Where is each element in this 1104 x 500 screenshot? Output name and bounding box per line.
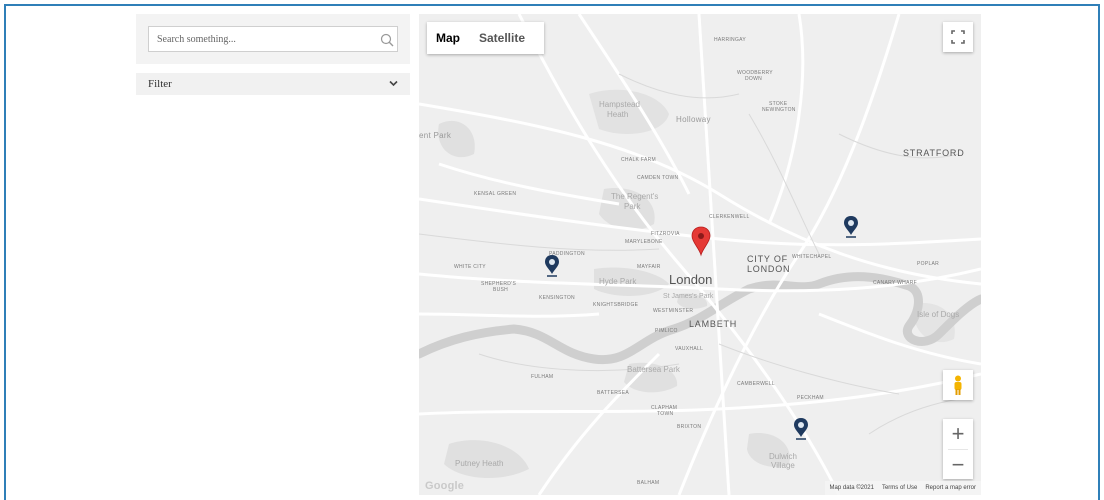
- google-logo: Google: [425, 480, 465, 492]
- pegman-icon: [954, 375, 962, 395]
- label-balham: BALHAM: [637, 480, 659, 486]
- label-holloway: Holloway: [676, 115, 711, 124]
- label-kensal-green: KENSAL GREEN: [474, 191, 516, 197]
- label-clerkenwell: CLERKENWELL: [709, 214, 750, 220]
- map-view[interactable]: HARRINGAY WOODBERRY DOWN STOKE NEWINGTON…: [419, 14, 981, 495]
- label-regents-park-2: Park: [624, 202, 641, 211]
- map-marker-icon[interactable]: [691, 226, 711, 257]
- fullscreen-icon: [951, 30, 965, 44]
- label-lambeth: LAMBETH: [689, 319, 737, 329]
- label-city-of-london: CITY OF: [747, 254, 788, 264]
- label-shepherds-bush-2: BUSH: [493, 287, 508, 293]
- map-type-satellite-button[interactable]: Satellite: [469, 22, 534, 54]
- label-harringay: HARRINGAY: [714, 37, 746, 43]
- label-mayfair: MAYFAIR: [637, 264, 661, 270]
- label-woodberry-2: DOWN: [745, 76, 762, 82]
- label-marylebone: MARYLEBONE: [625, 239, 663, 245]
- label-stoke-2: NEWINGTON: [762, 107, 796, 113]
- label-canary-wharf: CANARY WHARF: [873, 280, 917, 286]
- label-vauxhall: VAUXHALL: [675, 346, 703, 352]
- label-dulwich-2: Village: [771, 461, 795, 470]
- label-brent-park: ent Park: [419, 131, 452, 140]
- label-westminster: WESTMINSTER: [653, 308, 693, 314]
- label-hyde-park: Hyde Park: [599, 277, 637, 286]
- terms-link[interactable]: Terms of Use: [882, 481, 917, 495]
- zoom-control: + −: [943, 419, 973, 479]
- label-hampstead-2: Heath: [607, 110, 628, 119]
- label-stratford: STRATFORD: [903, 148, 965, 158]
- label-st-james: St James's Park: [663, 293, 714, 300]
- label-clapham-2: TOWN: [657, 411, 673, 417]
- label-white-city: WHITE CITY: [454, 264, 486, 270]
- label-hampstead: Hampstead: [599, 100, 640, 109]
- zoom-out-icon[interactable]: −: [943, 450, 973, 480]
- map-footer: Map data ©2021 Terms of Use Report a map…: [824, 481, 981, 495]
- label-regents-park: The Regent's: [611, 192, 658, 201]
- label-fulham: FULHAM: [531, 374, 553, 380]
- label-battersea: BATTERSEA: [597, 390, 629, 396]
- street-view-button[interactable]: [943, 370, 973, 400]
- map-canvas: HARRINGAY WOODBERRY DOWN STOKE NEWINGTON…: [419, 14, 981, 495]
- label-putney-heath: Putney Heath: [455, 459, 503, 468]
- search-panel: [136, 14, 410, 64]
- label-brixton: BRIXTON: [677, 424, 701, 430]
- filter-dropdown[interactable]: Filter: [136, 73, 410, 95]
- map-type-control: Map Satellite: [427, 22, 544, 54]
- map-type-map-button[interactable]: Map: [427, 22, 469, 54]
- fullscreen-button[interactable]: [943, 22, 973, 52]
- label-chalk-farm: CHALK FARM: [621, 157, 656, 163]
- label-poplar: POPLAR: [917, 261, 939, 267]
- label-fitzrovia: FITZROVIA: [651, 231, 680, 237]
- report-error-link[interactable]: Report a map error: [925, 481, 976, 495]
- location-pin-icon[interactable]: [545, 255, 559, 277]
- label-peckham: PECKHAM: [797, 395, 824, 401]
- label-knightsbridge: KNIGHTSBRIDGE: [593, 302, 639, 308]
- label-camden-town: CAMDEN TOWN: [637, 175, 679, 181]
- label-whitechapel: WHITECHAPEL: [792, 254, 831, 260]
- label-london: London: [669, 272, 712, 287]
- map-data-attribution: Map data ©2021: [829, 485, 874, 491]
- label-city-of-london-2: LONDON: [747, 264, 790, 274]
- label-camberwell: CAMBERWELL: [737, 381, 775, 387]
- label-battersea-park: Battersea Park: [627, 365, 681, 374]
- label-dulwich: Dulwich: [769, 452, 797, 461]
- label-pimlico: PIMLICO: [655, 328, 678, 334]
- filter-label: Filter: [148, 78, 172, 90]
- location-pin-icon[interactable]: [844, 216, 858, 238]
- chevron-down-icon: [389, 80, 398, 87]
- label-isle-of-dogs: Isle of Dogs: [917, 310, 959, 319]
- search-icon[interactable]: [380, 33, 394, 47]
- search-input[interactable]: [148, 26, 398, 52]
- label-kensington: KENSINGTON: [539, 295, 575, 301]
- zoom-in-icon[interactable]: +: [943, 419, 973, 449]
